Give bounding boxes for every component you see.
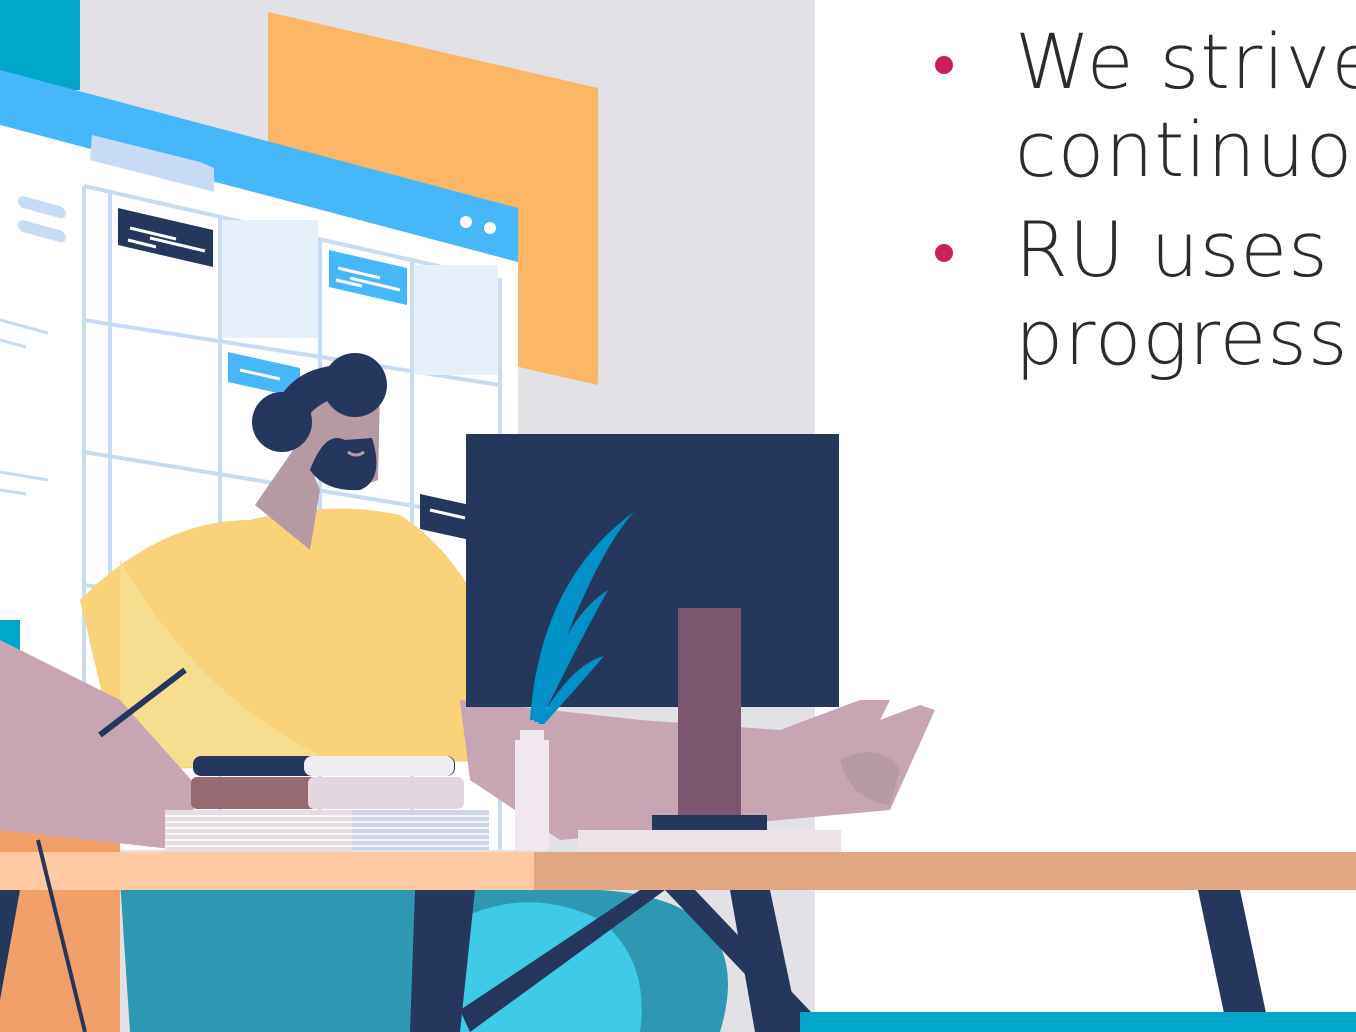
- bullet-item: We strive continuou: [935, 18, 1356, 194]
- bullet-icon: [935, 244, 953, 262]
- bullet-icon: [935, 56, 953, 74]
- window-dot-icon: [484, 222, 496, 234]
- bottom-accent-bar: [800, 1012, 1356, 1032]
- paper-stack: [165, 810, 489, 850]
- bullet-text: RU uses i progressi: [1015, 205, 1356, 382]
- bullet-text: We strive continuou: [1015, 18, 1356, 194]
- bullet-item: RU uses i progressi: [935, 206, 1356, 382]
- window-dot-icon: [460, 216, 472, 228]
- bullet-list: We strive continuou RU uses i progressi: [935, 18, 1356, 518]
